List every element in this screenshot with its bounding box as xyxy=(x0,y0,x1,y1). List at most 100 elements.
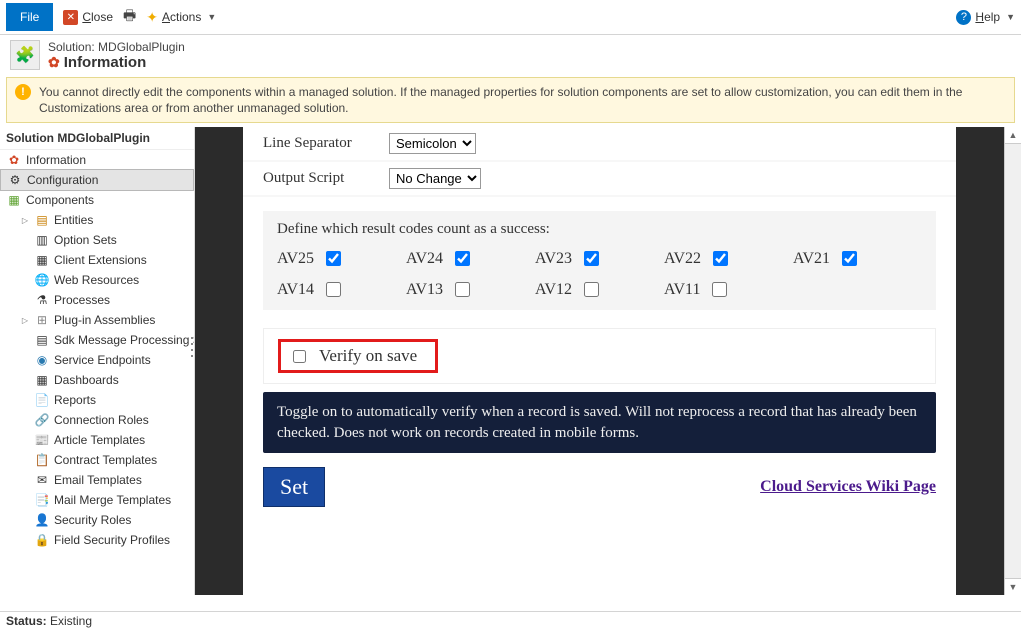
code-label: AV22 xyxy=(664,250,701,268)
nav-connection-roles[interactable]: 🔗Connection Roles xyxy=(0,410,194,430)
code-cell-av25: AV25 xyxy=(277,248,406,269)
result-codes-box: Define which result codes count as a suc… xyxy=(263,211,936,310)
verify-tooltip: Toggle on to automatically verify when a… xyxy=(263,392,936,453)
brand-footer: MELISSA DATA® Your Partner in Data Quali… xyxy=(756,524,956,585)
email-icon: ✉ xyxy=(34,472,50,488)
output-script-select[interactable]: No Change xyxy=(389,168,481,189)
close-button[interactable]: ✕ Close xyxy=(63,10,113,25)
close-icon: ✕ xyxy=(63,10,78,25)
nav-field-security[interactable]: 🔒Field Security Profiles xyxy=(0,530,194,550)
status-label: Status: xyxy=(6,614,47,628)
dashboard-icon: ▦ xyxy=(34,372,50,388)
output-script-label: Output Script xyxy=(263,170,373,187)
nav-security-roles[interactable]: 👤Security Roles xyxy=(0,510,194,530)
nav-contract-templates[interactable]: 📋Contract Templates xyxy=(0,450,194,470)
scroll-down-icon[interactable]: ▼ xyxy=(1005,578,1021,595)
verify-on-save-highlight: Verify on save xyxy=(278,339,438,373)
mailmerge-icon: 📑 xyxy=(34,492,50,508)
result-codes-title: Define which result codes count as a suc… xyxy=(277,221,922,238)
scroll-up-icon[interactable]: ▲ xyxy=(1005,127,1021,144)
line-separator-select[interactable]: Semicolon xyxy=(389,133,476,154)
code-cell-av12: AV12 xyxy=(535,279,664,300)
chevron-down-icon: ▼ xyxy=(207,12,216,22)
expand-icon[interactable]: ▷ xyxy=(20,316,30,325)
left-nav: Solution MDGlobalPlugin ✿Information ⚙Co… xyxy=(0,127,195,595)
sdk-icon: ▤ xyxy=(34,332,50,348)
code-label: AV11 xyxy=(664,281,700,299)
nav-title: Solution MDGlobalPlugin xyxy=(0,127,194,150)
actions-label: Actions xyxy=(162,10,201,24)
brand-tagline: Your Partner in Data Quality xyxy=(756,567,956,585)
verify-on-save-checkbox[interactable] xyxy=(293,350,306,363)
nav-components[interactable]: ▦Components xyxy=(0,190,194,210)
nav-mailmerge-templates[interactable]: 📑Mail Merge Templates xyxy=(0,490,194,510)
code-cell-av22: AV22 xyxy=(664,248,793,269)
info-icon: ✿ xyxy=(6,152,22,168)
code-cell-av24: AV24 xyxy=(406,248,535,269)
nav-client-extensions[interactable]: ▦Client Extensions xyxy=(0,250,194,270)
status-value: Existing xyxy=(50,614,92,628)
contract-icon: 📋 xyxy=(34,452,50,468)
nav-email-templates[interactable]: ✉Email Templates xyxy=(0,470,194,490)
splitter-handle[interactable] xyxy=(190,337,194,357)
nav-entities[interactable]: ▷▤Entities xyxy=(0,210,194,230)
brand-logo: MELISSA DATA® xyxy=(756,524,956,563)
nav-reports[interactable]: 📄Reports xyxy=(0,390,194,410)
connection-icon: 🔗 xyxy=(34,412,50,428)
wiki-link[interactable]: Cloud Services Wiki Page xyxy=(760,478,936,496)
process-icon: ⚗ xyxy=(34,292,50,308)
code-checkbox-av21[interactable] xyxy=(842,251,857,266)
code-label: AV14 xyxy=(277,281,314,299)
content-pane: ▲ ▼ Line Separator Semicolon Output Scri… xyxy=(195,127,1021,595)
file-menu-button[interactable]: File xyxy=(6,3,53,31)
bottom-row: Set Cloud Services Wiki Page xyxy=(263,467,936,507)
solution-icon: 🧩 xyxy=(10,40,40,70)
code-label: AV21 xyxy=(793,250,830,268)
actions-menu[interactable]: ✦ Actions ▼ xyxy=(146,9,216,26)
vertical-scrollbar[interactable]: ▲ ▼ xyxy=(1004,127,1021,595)
solution-header: 🧩 Solution: MDGlobalPlugin ✿ Information xyxy=(0,35,1021,75)
line-separator-row: Line Separator Semicolon xyxy=(243,127,956,162)
entity-icon: ▤ xyxy=(34,212,50,228)
nav-article-templates[interactable]: 📰Article Templates xyxy=(0,430,194,450)
nav-sdk-steps[interactable]: ▤Sdk Message Processing S... xyxy=(0,330,194,350)
line-separator-label: Line Separator xyxy=(263,135,373,152)
globe-icon: 🌐 xyxy=(34,272,50,288)
nav-information[interactable]: ✿Information xyxy=(0,150,194,170)
help-icon: ? xyxy=(956,10,971,25)
nav-dashboards[interactable]: ▦Dashboards xyxy=(0,370,194,390)
code-checkbox-av24[interactable] xyxy=(455,251,470,266)
code-cell-av14: AV14 xyxy=(277,279,406,300)
save-button[interactable]: 🖶 xyxy=(123,5,136,29)
optionset-icon: ▥ xyxy=(34,232,50,248)
code-checkbox-av23[interactable] xyxy=(584,251,599,266)
expand-icon[interactable]: ▷ xyxy=(20,216,30,225)
set-button[interactable]: Set xyxy=(263,467,325,507)
code-checkbox-av11[interactable] xyxy=(712,282,727,297)
chevron-down-icon: ▼ xyxy=(1006,12,1015,22)
code-cell-av11: AV11 xyxy=(664,279,793,300)
code-checkbox-av13[interactable] xyxy=(455,282,470,297)
endpoint-icon: ◉ xyxy=(34,352,50,368)
nav-option-sets[interactable]: ▥Option Sets xyxy=(0,230,194,250)
nav-service-endpoints[interactable]: ◉Service Endpoints xyxy=(0,350,194,370)
code-checkbox-av14[interactable] xyxy=(326,282,341,297)
warning-banner: ! You cannot directly edit the component… xyxy=(6,77,1015,123)
code-checkbox-av22[interactable] xyxy=(713,251,728,266)
solution-name-line: Solution: MDGlobalPlugin xyxy=(48,40,185,54)
page-title: ✿ Information xyxy=(48,54,185,71)
gear-icon: ⚙ xyxy=(7,172,23,188)
code-cell-av23: AV23 xyxy=(535,248,664,269)
main-area: Solution MDGlobalPlugin ✿Information ⚙Co… xyxy=(0,127,1021,595)
nav-plugin-assemblies[interactable]: ▷⊞Plug-in Assemblies xyxy=(0,310,194,330)
nav-processes[interactable]: ⚗Processes xyxy=(0,290,194,310)
output-script-row: Output Script No Change xyxy=(243,162,956,197)
nav-configuration[interactable]: ⚙Configuration xyxy=(0,169,194,191)
fieldsec-icon: 🔒 xyxy=(34,532,50,548)
security-icon: 👤 xyxy=(34,512,50,528)
code-checkbox-av12[interactable] xyxy=(584,282,599,297)
code-label: AV13 xyxy=(406,281,443,299)
code-checkbox-av25[interactable] xyxy=(326,251,341,266)
nav-web-resources[interactable]: 🌐Web Resources xyxy=(0,270,194,290)
help-menu[interactable]: ? Help ▼ xyxy=(956,10,1015,25)
